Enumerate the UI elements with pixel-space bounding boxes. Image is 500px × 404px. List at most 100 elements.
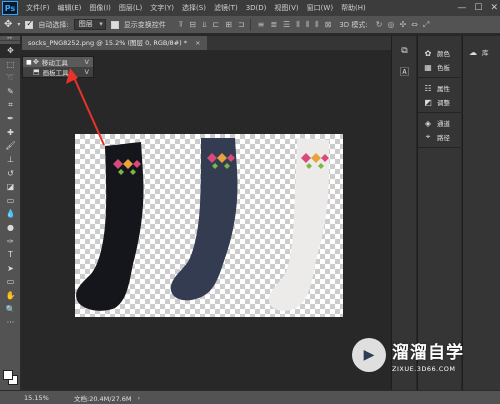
align-left-icon[interactable]: ⊏ bbox=[213, 20, 220, 30]
auto-select-checkbox[interactable] bbox=[25, 19, 34, 29]
channels-icon: ◈ bbox=[424, 118, 432, 128]
properties-panel-button[interactable]: ☷ 属性 bbox=[418, 81, 461, 95]
panel-grip[interactable] bbox=[463, 36, 500, 43]
3d-icons-group: ↻ ◎ ✣ ⇔ ⤢ bbox=[376, 20, 430, 30]
foreground-color-swatch[interactable] bbox=[3, 370, 13, 380]
panel-group-channels: ◈ 通道 ⌖ 路径 bbox=[418, 113, 461, 148]
move-tool-icon[interactable]: ✥ bbox=[4, 19, 12, 30]
distribute-top-icon[interactable]: ≡ bbox=[258, 20, 265, 30]
document-tab[interactable]: socks_PNG8252.png @ 15.2% (图层 0, RGB/8#)… bbox=[22, 36, 207, 50]
photoshop-window: Ps 文件(F) 编辑(E) 图像(I) 图层(L) 文字(Y) 选择(S) 滤… bbox=[0, 0, 500, 404]
channels-panel-button[interactable]: ◈ 通道 bbox=[418, 116, 461, 130]
tab-close-button[interactable]: × bbox=[195, 39, 200, 47]
menu-filter[interactable]: 滤镜(T) bbox=[210, 3, 242, 13]
document-canvas[interactable] bbox=[75, 134, 343, 317]
menu-bar: Ps 文件(F) 编辑(E) 图像(I) 图层(L) 文字(Y) 选择(S) 滤… bbox=[0, 0, 500, 16]
menu-layer[interactable]: 图层(L) bbox=[115, 3, 146, 13]
maximize-button[interactable]: ☐ bbox=[474, 3, 482, 13]
distribute-vcenter-icon[interactable]: ≣ bbox=[270, 20, 277, 30]
auto-align-icon[interactable]: ⊠ bbox=[325, 20, 332, 30]
status-menu-arrow[interactable]: › bbox=[138, 394, 141, 402]
quick-select-icon: ✎ bbox=[7, 87, 14, 97]
brush-tool-button[interactable]: 🖌 bbox=[0, 139, 21, 153]
align-bottom-icon[interactable]: ⫫ bbox=[202, 20, 207, 30]
panel-group-properties: ☷ 属性 ◩ 调整 bbox=[418, 78, 461, 113]
distribute-right-icon[interactable]: ⦀ bbox=[315, 20, 319, 30]
eraser-tool-button[interactable]: ◪ bbox=[0, 180, 21, 194]
color-wheel-icon: ✿ bbox=[424, 48, 432, 58]
swatches-panel-button[interactable]: ▦ 色板 bbox=[418, 60, 461, 74]
menu-type[interactable]: 文字(Y) bbox=[146, 3, 178, 13]
menu-window[interactable]: 窗口(W) bbox=[303, 3, 337, 13]
history-brush-icon: ↺ bbox=[7, 168, 14, 178]
color-panel-button[interactable]: ✿ 颜色 bbox=[418, 46, 461, 60]
panel-grip[interactable]: ▸▸ bbox=[0, 36, 20, 41]
3d-slide-icon[interactable]: ⇔ bbox=[411, 20, 418, 30]
menu-view[interactable]: 视图(V) bbox=[270, 3, 302, 13]
crop-tool-button[interactable]: ⌗ bbox=[0, 98, 21, 112]
dodge-tool-button[interactable]: ● bbox=[0, 221, 21, 235]
menu-file[interactable]: 文件(F) bbox=[22, 3, 54, 13]
show-transform-checkbox[interactable] bbox=[110, 20, 119, 29]
pen-icon: ✑ bbox=[7, 236, 14, 246]
move-tool-button[interactable]: ✥ bbox=[0, 44, 21, 58]
eyedropper-tool-button[interactable]: ✒ bbox=[0, 112, 21, 126]
marquee-tool-button[interactable]: ⬚ bbox=[0, 58, 21, 72]
close-button[interactable]: ✕ bbox=[490, 3, 498, 13]
menu-3d[interactable]: 3D(D) bbox=[242, 4, 271, 12]
adjustments-panel-button[interactable]: ◩ 调整 bbox=[418, 95, 461, 109]
flyout-item-move-tool[interactable]: ■ ✥ 移动工具 V bbox=[23, 57, 93, 67]
3d-roll-icon[interactable]: ◎ bbox=[387, 20, 394, 30]
document-tab-title: socks_PNG8252.png @ 15.2% (图层 0, RGB/8#)… bbox=[28, 39, 187, 47]
play-logo-icon: ▶ bbox=[352, 338, 386, 372]
canvas-area[interactable] bbox=[22, 50, 391, 390]
zoom-icon: 🔍 bbox=[5, 304, 16, 314]
panel-grip[interactable] bbox=[418, 36, 461, 43]
stamp-tool-button[interactable]: ⊥ bbox=[0, 153, 21, 167]
align-top-icon[interactable]: ⫪ bbox=[179, 20, 184, 30]
menu-image[interactable]: 图像(I) bbox=[85, 3, 115, 13]
align-vcenter-icon[interactable]: ⊟ bbox=[189, 20, 196, 30]
align-right-icon[interactable]: ⊐ bbox=[238, 20, 245, 30]
3d-pan-icon[interactable]: ✣ bbox=[399, 20, 406, 30]
flyout-item-label: 画板工具 bbox=[42, 69, 69, 77]
healing-tool-button[interactable]: ✚ bbox=[0, 126, 21, 140]
shape-tool-button[interactable]: ▭ bbox=[0, 275, 21, 289]
panel-label: 通道 bbox=[437, 120, 450, 128]
distribute-left-icon[interactable]: ⦀ bbox=[296, 20, 300, 30]
menu-select[interactable]: 选择(S) bbox=[178, 3, 210, 13]
menu-edit[interactable]: 编辑(E) bbox=[54, 3, 86, 13]
gradient-tool-button[interactable]: ▭ bbox=[0, 194, 21, 208]
sliders-icon: ☷ bbox=[424, 83, 432, 93]
3d-scale-icon[interactable]: ⤢ bbox=[423, 20, 429, 30]
minimize-button[interactable]: — bbox=[457, 3, 466, 13]
path-select-tool-button[interactable]: ➤ bbox=[0, 262, 21, 276]
tool-preset-chevron-icon[interactable]: ▾ bbox=[17, 21, 20, 28]
paths-panel-button[interactable]: ⌖ 路径 bbox=[418, 130, 461, 144]
brush-icon: 🖌 bbox=[5, 141, 16, 151]
type-tool-button[interactable]: T bbox=[0, 248, 21, 262]
history-brush-tool-button[interactable]: ↺ bbox=[0, 166, 21, 180]
character-panel-button[interactable]: 🄰 bbox=[392, 61, 417, 81]
blur-tool-button[interactable]: 💧 bbox=[0, 207, 21, 221]
lasso-tool-button[interactable]: ➰ bbox=[0, 71, 21, 85]
menu-help[interactable]: 帮助(H) bbox=[337, 3, 370, 13]
more-tools-button[interactable]: ··· bbox=[0, 316, 21, 330]
distribute-hcenter-icon[interactable]: ⫴ bbox=[306, 20, 309, 30]
history-panel-button[interactable]: ⧉ bbox=[392, 41, 417, 61]
libraries-panel-button[interactable]: ☁ 库 bbox=[463, 43, 500, 58]
auto-select-dropdown[interactable]: 图层 bbox=[73, 19, 106, 30]
hand-tool-button[interactable]: ✋ bbox=[0, 289, 21, 303]
quick-select-tool-button[interactable]: ✎ bbox=[0, 85, 21, 99]
path-select-icon: ➤ bbox=[7, 263, 14, 273]
align-hcenter-icon[interactable]: ⊞ bbox=[225, 20, 232, 30]
zoom-level[interactable]: 15.15% bbox=[24, 394, 62, 402]
zoom-tool-button[interactable]: 🔍 bbox=[0, 302, 21, 316]
flyout-item-artboard-tool[interactable]: ⬒ 画板工具 V bbox=[23, 67, 93, 77]
pen-tool-button[interactable]: ✑ bbox=[0, 234, 21, 248]
color-swatches[interactable] bbox=[3, 370, 19, 386]
distribute-bottom-icon[interactable]: ☰ bbox=[283, 20, 290, 30]
droplet-icon: 💧 bbox=[5, 209, 16, 219]
3d-rotate-icon[interactable]: ↻ bbox=[376, 20, 383, 30]
gradient-icon: ▭ bbox=[6, 195, 15, 205]
